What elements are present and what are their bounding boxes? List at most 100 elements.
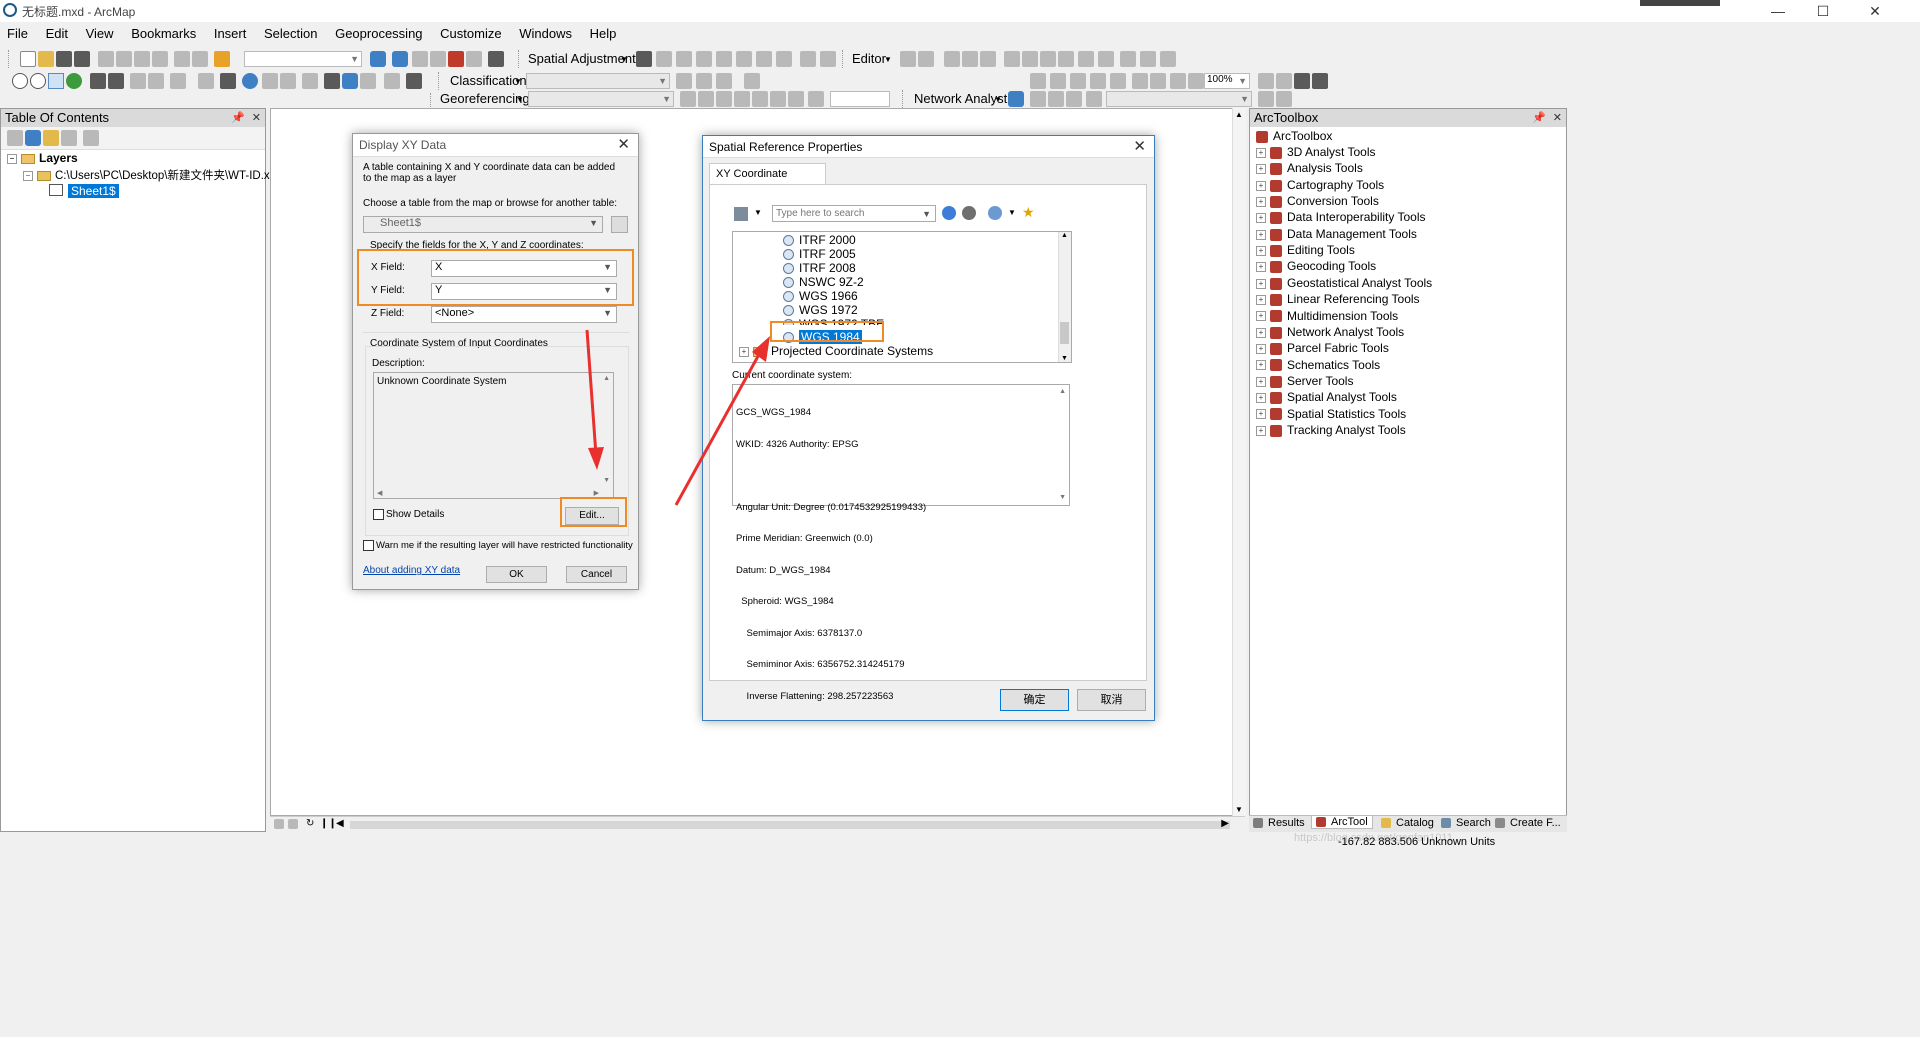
scroll-right-icon[interactable]: ▶ (1221, 818, 1229, 829)
list-by-selection-icon[interactable] (61, 130, 77, 146)
favorite-star-icon[interactable]: ★ (1022, 204, 1035, 221)
sheet-node[interactable]: Sheet1$ (49, 183, 119, 198)
scroll-down-icon[interactable]: ▼ (603, 477, 610, 484)
globe-icon[interactable] (988, 206, 1002, 220)
histogram-icon[interactable] (696, 73, 712, 89)
measure-icon[interactable] (302, 73, 318, 89)
scroll-down-icon[interactable]: ▼ (1235, 805, 1243, 814)
toolbar-grip[interactable] (518, 50, 522, 68)
toolbox-item[interactable]: + Parcel Fabric Tools (1256, 341, 1389, 355)
toolbox-item[interactable]: + Editing Tools (1256, 243, 1355, 257)
zoom-in-icon[interactable] (12, 73, 28, 89)
coordinate-search-input[interactable]: Type here to search ▼ (772, 205, 936, 222)
expand-icon[interactable]: + (1256, 229, 1266, 240)
toolbox-item[interactable]: + Network Analyst Tools (1256, 325, 1404, 339)
focus-data-frame-icon[interactable] (1276, 73, 1292, 89)
toolbar-grip[interactable] (842, 50, 846, 68)
toolbox-item[interactable]: +3D Analyst Tools (1256, 145, 1376, 159)
straight-segment-icon[interactable] (944, 51, 960, 67)
georef-layer-combo[interactable]: ▼ (528, 91, 674, 107)
map-horizontal-scrollbar[interactable]: ↻ ❙❙ ◀ ▶ (270, 816, 1245, 833)
layout-zoom-out-icon[interactable] (1050, 73, 1066, 89)
select-features-icon[interactable] (170, 73, 186, 89)
close-icon[interactable]: ✕ (1553, 109, 1562, 127)
network-dataset-combo[interactable]: ▼ (1106, 91, 1252, 107)
rotate-georef-icon[interactable] (680, 91, 696, 107)
edit-vertices-icon[interactable] (1004, 51, 1020, 67)
expand-icon[interactable]: + (1256, 147, 1266, 158)
filter-icon[interactable] (734, 207, 748, 221)
tab-create-features[interactable]: Create F... (1495, 817, 1561, 829)
tab-results[interactable]: Results (1253, 817, 1305, 829)
list-by-drawing-order-icon[interactable] (7, 130, 23, 146)
menu-windows[interactable]: Windows (512, 24, 579, 43)
attributes-icon[interactable] (1098, 51, 1114, 67)
map-scale-combo[interactable]: ▼ (244, 51, 362, 67)
coord-item-itrf2008[interactable]: ITRF 2008 (783, 261, 856, 275)
scroll-thumb[interactable] (350, 821, 1230, 829)
sketch-properties-icon[interactable] (1120, 51, 1136, 67)
data-driven-pages-icon[interactable] (1312, 73, 1328, 89)
solve-icon[interactable] (1066, 91, 1082, 107)
shift-icon[interactable] (698, 91, 714, 107)
class-options-icon[interactable] (744, 73, 760, 89)
forward-layout-icon[interactable] (1188, 73, 1204, 89)
rotation-angle-input[interactable] (830, 91, 890, 107)
toolbox-root[interactable]: ArcToolbox (1256, 129, 1332, 143)
expand-icon[interactable]: + (1256, 180, 1266, 191)
edge-match-icon[interactable] (820, 51, 836, 67)
search-window-icon[interactable] (430, 51, 446, 67)
add-data-icon[interactable] (214, 51, 230, 67)
toolbox-item[interactable]: + Analysis Tools (1256, 161, 1363, 175)
tree-scrollbar[interactable]: ▲ ▼ (1058, 232, 1071, 362)
editor-menu[interactable]: Editor (852, 51, 886, 66)
expand-icon[interactable]: + (1256, 327, 1266, 338)
create-features-icon[interactable] (1140, 51, 1156, 67)
expand-icon[interactable]: + (1256, 278, 1266, 289)
projected-systems-node[interactable]: + Projected Coordinate Systems (739, 344, 933, 358)
find-icon[interactable] (324, 73, 340, 89)
rotate-icon[interactable] (1078, 51, 1094, 67)
close-window-button[interactable]: ✕ (1852, 0, 1898, 22)
refresh-icon[interactable]: ↻ (306, 818, 314, 829)
tab-catalog[interactable]: Catalog (1381, 817, 1434, 829)
cut-polygons-icon[interactable] (1040, 51, 1056, 67)
z-field-select[interactable]: <None> ▼ (431, 306, 617, 323)
scroll-down-icon[interactable]: ▼ (1059, 493, 1066, 504)
fixed-zoom-out-icon[interactable] (108, 73, 124, 89)
toc-options-icon[interactable] (83, 130, 99, 146)
area-boundary-icon[interactable] (736, 51, 752, 67)
menu-customize[interactable]: Customize (433, 24, 508, 43)
back-extent-icon[interactable] (130, 73, 146, 89)
close-icon[interactable]: ✕ (252, 109, 261, 127)
close-icon[interactable]: ✕ (1133, 136, 1146, 158)
expand-icon[interactable]: + (1256, 344, 1266, 355)
list-by-visibility-icon[interactable] (43, 130, 59, 146)
table-of-contents-icon[interactable] (392, 51, 408, 67)
expand-icon[interactable]: + (1256, 294, 1266, 305)
menu-view[interactable]: View (79, 24, 121, 43)
toggle-draft-mode-icon[interactable] (1258, 73, 1274, 89)
layout-zoom-in-icon[interactable] (1030, 73, 1046, 89)
workbook-node[interactable]: − C:\Users\PC\Desktop\新建文件夹\WT-ID.xlsx (23, 167, 284, 183)
list-by-source-icon[interactable] (25, 130, 41, 146)
menu-edit[interactable]: Edit (39, 24, 75, 43)
toolbox-item[interactable]: + Server Tools (1256, 374, 1353, 388)
zoom-out-icon[interactable] (30, 73, 46, 89)
menu-bookmarks[interactable]: Bookmarks (124, 24, 203, 43)
save-icon[interactable] (56, 51, 72, 67)
clear-boundary-icon[interactable] (756, 51, 772, 67)
pin-icon[interactable]: 📌 (231, 109, 245, 127)
expand-icon[interactable]: + (1256, 376, 1266, 387)
toolbox-item[interactable]: + Schematics Tools (1256, 358, 1380, 372)
redo-icon[interactable] (192, 51, 208, 67)
scroll-up-icon[interactable]: ▲ (603, 375, 610, 382)
edit-options-icon[interactable] (1160, 51, 1176, 67)
view-link-table-georef-icon[interactable] (770, 91, 786, 107)
table-select[interactable]: Sheet1$ ▼ (363, 216, 603, 233)
scroll-up-icon[interactable]: ▲ (1059, 387, 1066, 398)
zoom-100-icon[interactable] (1110, 73, 1126, 89)
edit-tool-icon[interactable] (900, 51, 916, 67)
close-icon[interactable]: ✕ (617, 134, 630, 156)
collapse-icon[interactable]: − (7, 153, 17, 164)
